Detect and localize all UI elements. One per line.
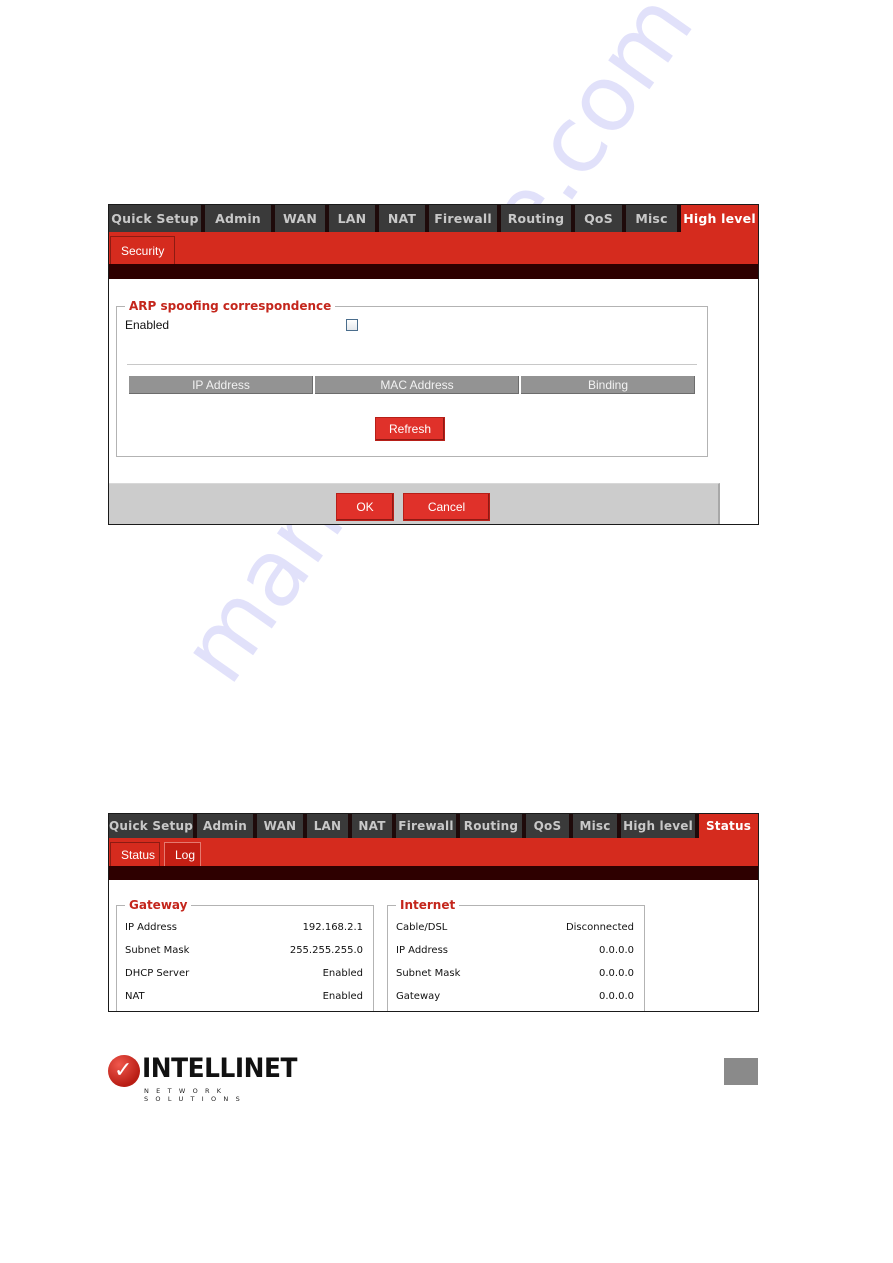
- row-value: Disconnected: [565, 922, 634, 933]
- gateway-row: DHCP Server Enabled: [125, 968, 363, 979]
- subtab-status[interactable]: Status: [110, 842, 160, 866]
- row-label: Cable/DSL: [396, 922, 448, 933]
- gateway-title: Gateway: [129, 898, 188, 912]
- enabled-label: Enabled: [125, 318, 170, 332]
- intellinet-logo: ✓ INTELLINET NETWORK SOLUTIONS: [108, 1053, 328, 1103]
- gateway-group: Gateway IP Address 192.168.2.1 Subnet Mas…: [116, 898, 374, 1011]
- row-label: IP Address: [396, 945, 448, 956]
- row-value: Enabled: [322, 991, 363, 1002]
- sub-tab-bar: Status Log: [109, 838, 758, 866]
- gateway-row: Subnet Mask 255.255.255.0: [125, 945, 363, 956]
- brand-tagline: NETWORK SOLUTIONS: [144, 1087, 247, 1103]
- tab-admin[interactable]: Admin: [197, 814, 257, 838]
- row-value: 192.168.2.1: [302, 922, 363, 933]
- tab-qos[interactable]: QoS: [526, 814, 573, 838]
- column-ip-address: IP Address: [129, 376, 313, 394]
- refresh-button[interactable]: Refresh: [375, 417, 445, 441]
- row-label: IP Address: [125, 922, 177, 933]
- brand-name: INTELLINET: [142, 1053, 297, 1084]
- main-tab-bar: Quick Setup Admin WAN LAN NAT Firewall R…: [109, 205, 758, 232]
- row-value: 255.255.255.0: [289, 945, 363, 956]
- row-label: Gateway: [396, 991, 441, 1002]
- sub-tab-bar: Security: [109, 232, 758, 264]
- internet-row: Gateway 0.0.0.0: [396, 991, 634, 1002]
- section-title: ARP spoofing correspondence: [129, 299, 332, 313]
- tab-firewall[interactable]: Firewall: [429, 205, 501, 232]
- cancel-button[interactable]: Cancel: [403, 493, 490, 521]
- tab-admin[interactable]: Admin: [205, 205, 275, 232]
- tab-lan[interactable]: LAN: [307, 814, 352, 838]
- tab-status[interactable]: Status: [699, 814, 758, 838]
- internet-title: Internet: [400, 898, 456, 912]
- internet-group: Internet Cable/DSL Disconnected IP Addres…: [387, 898, 645, 1011]
- row-label: Subnet Mask: [396, 968, 461, 979]
- row-value: 0.0.0.0: [599, 945, 634, 956]
- page-number-box: [724, 1058, 758, 1085]
- main-tab-bar: Quick Setup Admin WAN LAN NAT Firewall R…: [109, 814, 758, 838]
- ok-button[interactable]: OK: [336, 493, 394, 521]
- tab-firewall[interactable]: Firewall: [396, 814, 460, 838]
- tab-nat[interactable]: NAT: [379, 205, 429, 232]
- row-label: NAT: [125, 991, 145, 1002]
- internet-row: IP Address 0.0.0.0: [396, 945, 634, 956]
- tab-routing[interactable]: Routing: [460, 814, 526, 838]
- gateway-row: NAT Enabled: [125, 991, 363, 1002]
- row-label: DHCP Server: [125, 968, 190, 979]
- separator: [127, 364, 697, 365]
- security-settings-screenshot: Quick Setup Admin WAN LAN NAT Firewall R…: [108, 204, 759, 525]
- column-binding: Binding: [521, 376, 695, 394]
- enabled-checkbox[interactable]: [346, 319, 358, 331]
- divider-bar: [109, 866, 758, 880]
- tab-lan[interactable]: LAN: [329, 205, 379, 232]
- divider-bar: [109, 264, 758, 279]
- internet-row: Cable/DSL Disconnected: [396, 922, 634, 933]
- row-value: Enabled: [322, 968, 363, 979]
- tab-nat[interactable]: NAT: [352, 814, 396, 838]
- subtab-security[interactable]: Security: [110, 236, 175, 264]
- tab-high-level[interactable]: High level: [681, 205, 758, 232]
- tab-routing[interactable]: Routing: [501, 205, 575, 232]
- row-value: 0.0.0.0: [599, 968, 634, 979]
- tab-misc[interactable]: Misc: [626, 205, 681, 232]
- gateway-row: IP Address 192.168.2.1: [125, 922, 363, 933]
- tab-quick-setup[interactable]: Quick Setup: [109, 205, 205, 232]
- checkmark-logo-icon: ✓: [108, 1055, 140, 1087]
- column-mac-address: MAC Address: [315, 376, 519, 394]
- row-label: Subnet Mask: [125, 945, 190, 956]
- tab-wan[interactable]: WAN: [257, 814, 307, 838]
- tab-misc[interactable]: Misc: [573, 814, 621, 838]
- row-value: 0.0.0.0: [599, 991, 634, 1002]
- tab-high-level[interactable]: High level: [621, 814, 699, 838]
- status-screenshot: Quick Setup Admin WAN LAN NAT Firewall R…: [108, 813, 759, 1012]
- tab-qos[interactable]: QoS: [575, 205, 626, 232]
- arp-table-header: IP Address MAC Address Binding: [129, 376, 697, 394]
- tab-quick-setup[interactable]: Quick Setup: [109, 814, 197, 838]
- subtab-log[interactable]: Log: [164, 842, 201, 866]
- internet-row: Subnet Mask 0.0.0.0: [396, 968, 634, 979]
- tab-wan[interactable]: WAN: [275, 205, 329, 232]
